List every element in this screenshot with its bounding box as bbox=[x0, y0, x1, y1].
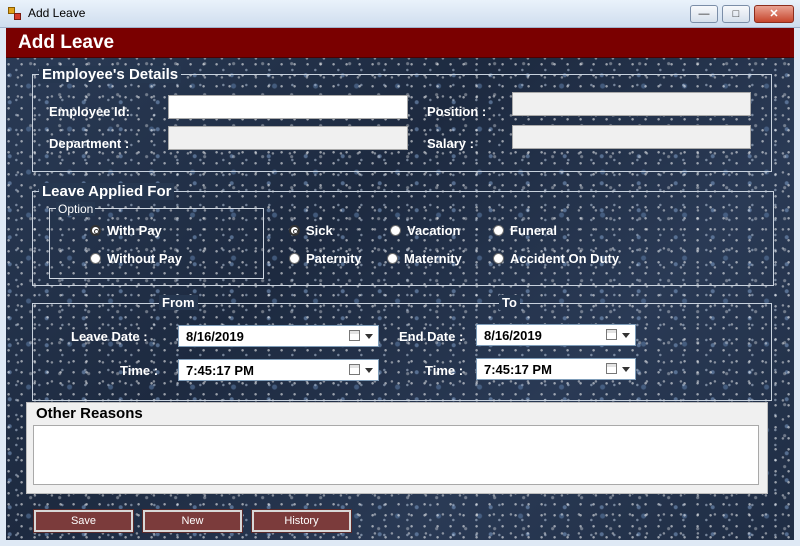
other-reasons-textarea[interactable] bbox=[33, 425, 759, 485]
radio-dot bbox=[493, 225, 504, 236]
position-label: Position : bbox=[427, 104, 487, 119]
window-title: Add Leave bbox=[28, 6, 86, 20]
employee-details-group: Employee's Details Employee Id: Departme… bbox=[32, 66, 772, 172]
radio-vacation[interactable]: Vacation bbox=[390, 223, 460, 238]
radio-with-pay[interactable]: With Pay bbox=[90, 223, 162, 238]
radio-sick[interactable]: Sick bbox=[289, 223, 333, 238]
from-time-value: 7:45:17 PM bbox=[186, 363, 254, 378]
radio-sick-label: Sick bbox=[306, 223, 333, 238]
chevron-down-icon bbox=[622, 367, 630, 372]
radio-dot bbox=[289, 253, 300, 264]
radio-paternity-label: Paternity bbox=[306, 251, 362, 266]
close-button[interactable]: ✕ bbox=[754, 5, 794, 23]
end-date-label: End Date : bbox=[399, 329, 464, 344]
calendar-icon bbox=[349, 330, 360, 341]
radio-dot bbox=[390, 225, 401, 236]
window-titlebar: Add Leave — □ ✕ bbox=[0, 0, 800, 28]
radio-accident-on-duty[interactable]: Accident On Duty bbox=[493, 251, 619, 266]
new-button[interactable]: New bbox=[142, 509, 243, 533]
option-legend: Option bbox=[56, 202, 96, 216]
to-time-label: Time : bbox=[425, 363, 464, 378]
from-time-label: Time : bbox=[120, 363, 159, 378]
radio-dot bbox=[387, 253, 398, 264]
leave-date-value: 8/16/2019 bbox=[186, 329, 244, 344]
other-reasons-panel: Other Reasons bbox=[26, 402, 768, 494]
from-time-picker[interactable]: 7:45:17 PM bbox=[178, 359, 379, 381]
option-group: Option With Pay Without Pay bbox=[49, 202, 264, 279]
header-bar: Add Leave bbox=[6, 28, 794, 58]
chevron-down-icon bbox=[365, 368, 373, 373]
radio-with-pay-label: With Pay bbox=[107, 223, 162, 238]
radio-dot bbox=[289, 225, 300, 236]
radio-maternity-label: Maternity bbox=[404, 251, 462, 266]
calendar-icon bbox=[606, 363, 617, 374]
radio-maternity[interactable]: Maternity bbox=[387, 251, 462, 266]
salary-field[interactable] bbox=[512, 125, 751, 149]
end-date-value: 8/16/2019 bbox=[484, 328, 542, 343]
other-reasons-label: Other Reasons bbox=[36, 405, 143, 422]
radio-dot bbox=[90, 225, 101, 236]
position-field[interactable] bbox=[512, 92, 751, 116]
calendar-icon bbox=[349, 364, 360, 375]
chevron-down-icon bbox=[622, 333, 630, 338]
minimize-button[interactable]: — bbox=[690, 5, 718, 23]
chevron-down-icon bbox=[365, 334, 373, 339]
radio-without-pay[interactable]: Without Pay bbox=[90, 251, 182, 266]
department-field[interactable] bbox=[168, 126, 408, 150]
calendar-icon bbox=[606, 329, 617, 340]
page-title: Add Leave bbox=[18, 32, 115, 53]
to-time-picker[interactable]: 7:45:17 PM bbox=[476, 358, 636, 380]
app-icon bbox=[8, 7, 22, 21]
end-date-picker[interactable]: 8/16/2019 bbox=[476, 324, 636, 346]
to-legend: To bbox=[499, 295, 520, 310]
leave-date-picker[interactable]: 8/16/2019 bbox=[178, 325, 379, 347]
form-client-area: Add Leave Employee's Details Employee Id… bbox=[6, 28, 794, 540]
from-legend: From bbox=[159, 295, 198, 310]
radio-dot bbox=[493, 253, 504, 264]
radio-paternity[interactable]: Paternity bbox=[289, 251, 362, 266]
radio-funeral[interactable]: Funeral bbox=[493, 223, 557, 238]
radio-accident-on-duty-label: Accident On Duty bbox=[510, 251, 620, 266]
employee-details-legend: Employee's Details bbox=[39, 66, 182, 83]
salary-label: Salary : bbox=[427, 136, 474, 151]
radio-funeral-label: Funeral bbox=[510, 223, 557, 238]
employee-id-label: Employee Id: bbox=[49, 104, 130, 119]
employee-id-field[interactable] bbox=[168, 95, 408, 119]
radio-dot bbox=[90, 253, 101, 264]
radio-vacation-label: Vacation bbox=[407, 223, 461, 238]
leave-date-label: Leave Date : bbox=[71, 329, 148, 344]
maximize-button[interactable]: □ bbox=[722, 5, 750, 23]
radio-without-pay-label: Without Pay bbox=[107, 251, 182, 266]
history-button[interactable]: History bbox=[251, 509, 352, 533]
save-button[interactable]: Save bbox=[33, 509, 134, 533]
to-time-value: 7:45:17 PM bbox=[484, 362, 552, 377]
leave-applied-group: Leave Applied For Option With Pay Withou… bbox=[32, 183, 774, 286]
department-label: Department : bbox=[49, 136, 130, 151]
dates-group: From To Leave Date : 8/16/2019 Time : 7:… bbox=[32, 295, 772, 401]
leave-applied-legend: Leave Applied For bbox=[39, 183, 175, 200]
